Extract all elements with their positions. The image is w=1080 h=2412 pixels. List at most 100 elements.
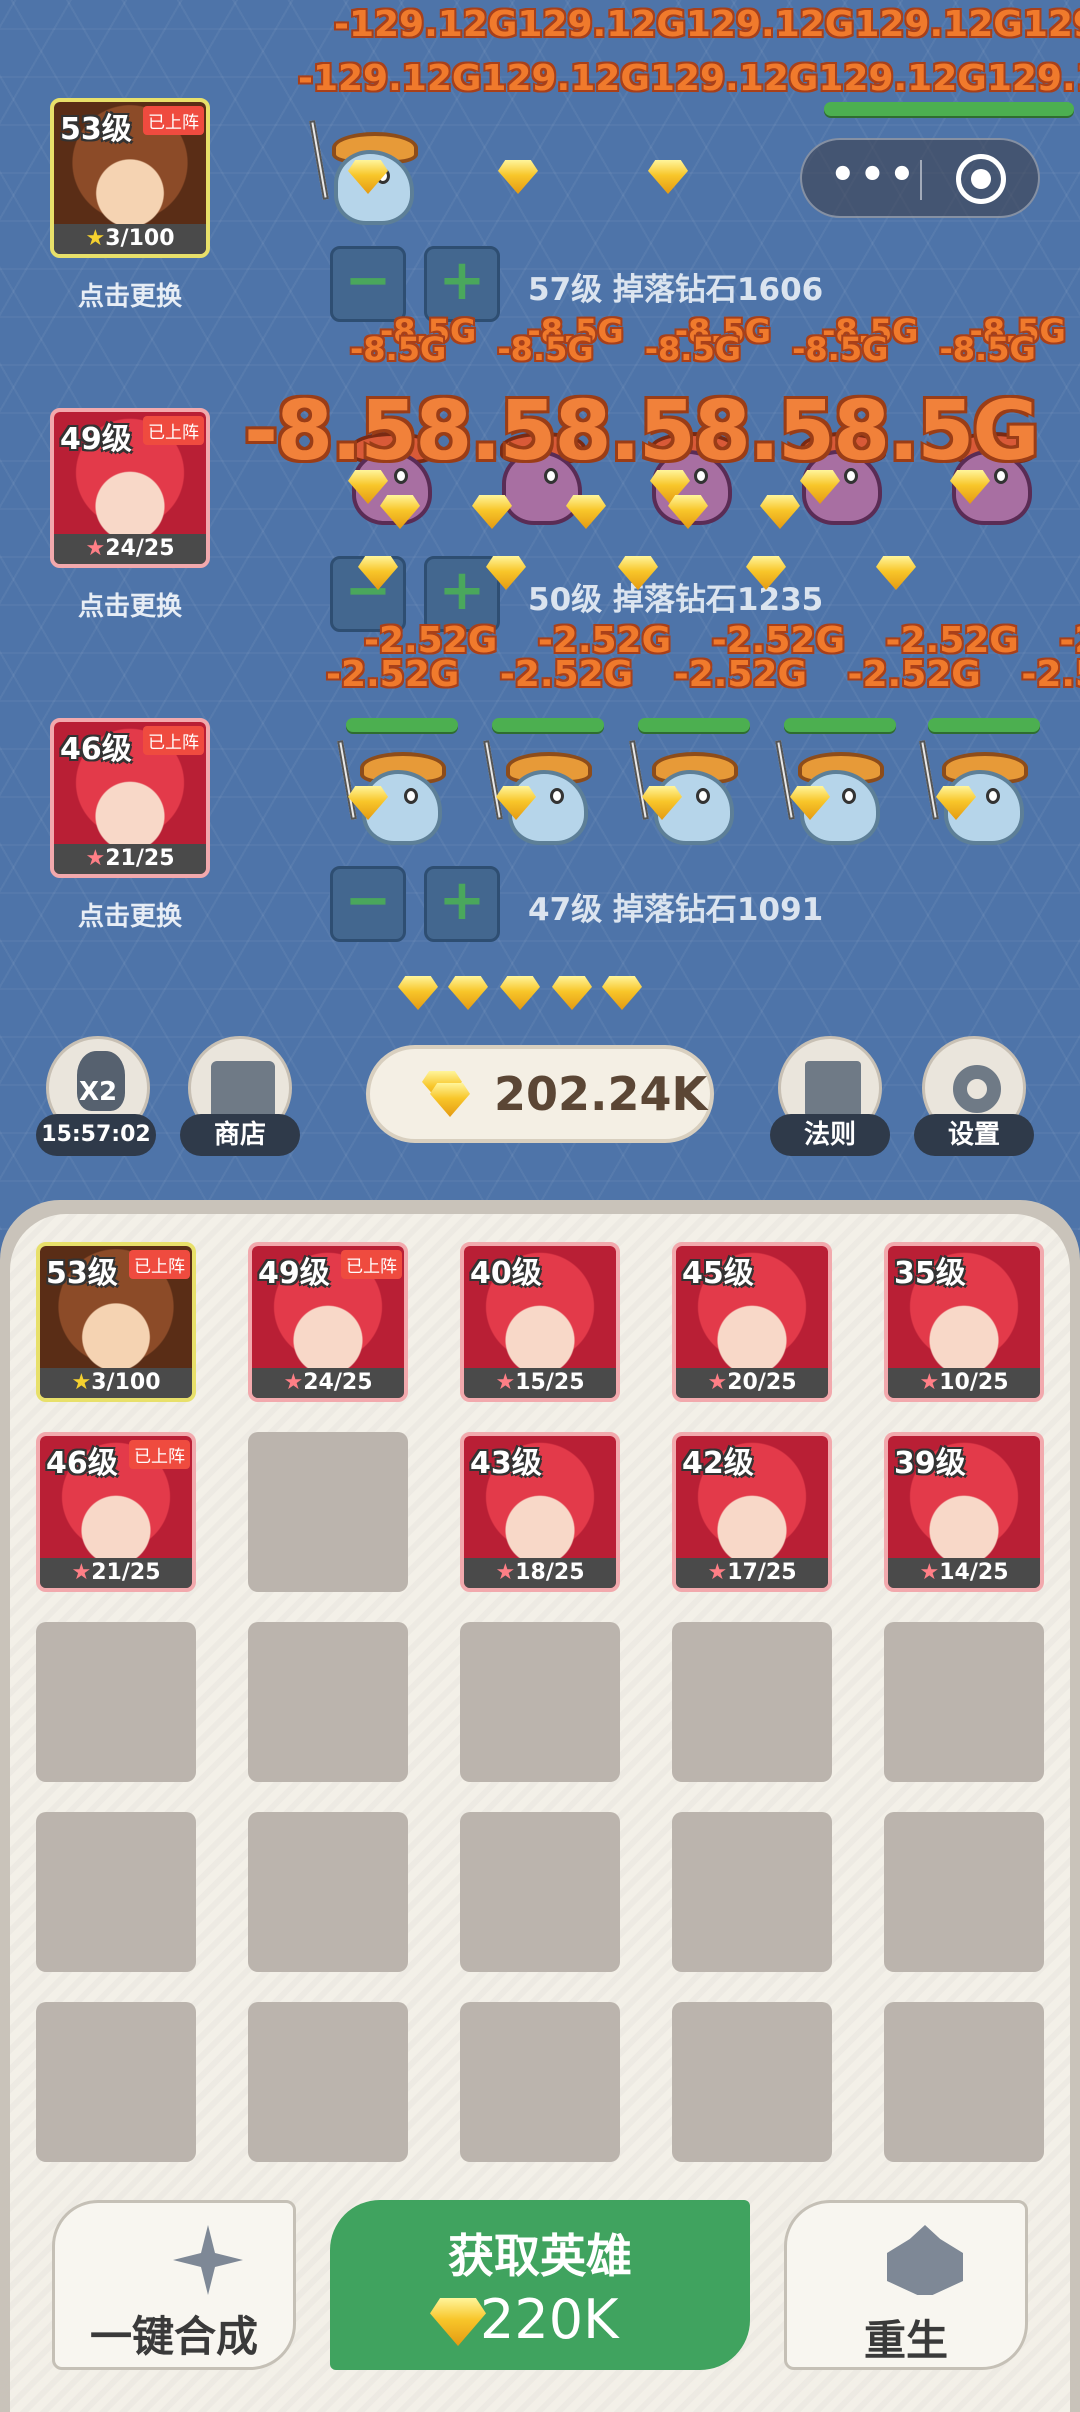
star-icon: ★: [85, 846, 106, 871]
roster-hero-card[interactable]: 46级 已上阵 ★21/25: [36, 1432, 196, 1592]
on-team-badge: 已上阵: [341, 1250, 402, 1279]
game-screen: { "battle": { "row1_damage_top": "-129.1…: [0, 0, 1080, 2412]
damage-number: -8.5G -8.5G -8.5G -8.5G -8.5G: [350, 330, 1036, 368]
sparkle-icon: [173, 2225, 243, 2295]
roster-hero-card[interactable]: 49级 已上阵 ★24/25: [248, 1242, 408, 1402]
hero-stars: ★17/25: [676, 1558, 828, 1588]
more-icon[interactable]: •••: [830, 152, 919, 198]
empty-roster-slot[interactable]: [672, 1812, 832, 1972]
empty-roster-slot[interactable]: [248, 1812, 408, 1972]
hero-stars: ★18/25: [464, 1558, 616, 1588]
empty-roster-slot[interactable]: [884, 1812, 1044, 1972]
enemy-hp-bar: [784, 718, 896, 732]
star-icon: ★: [71, 1560, 92, 1585]
damage-number: -129.12G129.12G129.12G129.12G129.12: [334, 4, 1080, 45]
enemy-hp-bar: [824, 102, 1074, 116]
diamond-drop-icon: [448, 976, 488, 1010]
roster-hero-card[interactable]: 42级 ★17/25: [672, 1432, 832, 1592]
hero-star-count: 15/25: [515, 1370, 585, 1395]
hero-star-count: 21/25: [105, 846, 175, 871]
on-team-badge: 已上阵: [129, 1440, 190, 1469]
empty-roster-slot[interactable]: [460, 1622, 620, 1782]
star-icon: ★: [85, 226, 106, 251]
lane-hero-card-1[interactable]: 53级 已上阵 ★3/100: [50, 98, 210, 258]
hero-level: 35级: [894, 1256, 966, 1291]
battle-field: -129.12G129.12G129.12G129.12G129.12 -129…: [0, 0, 1080, 1230]
book-icon: [805, 1061, 861, 1117]
hero-star-count: 24/25: [105, 536, 175, 561]
roster-hero-card[interactable]: 45级 ★20/25: [672, 1242, 832, 1402]
close-circle-icon[interactable]: [956, 154, 1006, 204]
shop-label[interactable]: 商店: [180, 1114, 300, 1156]
diamond-drop-icon: [498, 160, 538, 194]
diamond-icon: [430, 2298, 486, 2346]
hero-level: 45级: [682, 1256, 754, 1291]
level-minus-button[interactable]: −: [330, 246, 406, 322]
get-hero-label: 获取英雄: [448, 2229, 632, 2283]
hero-stars: ★24/25: [54, 534, 206, 564]
star-icon: ★: [283, 1370, 304, 1395]
enemy-hp-bar: [928, 718, 1040, 732]
level-plus-button[interactable]: +: [424, 246, 500, 322]
settings-label[interactable]: 设置: [914, 1114, 1034, 1156]
lane-hero-card-2[interactable]: 49级 已上阵 ★24/25: [50, 408, 210, 568]
hero-level: 42级: [682, 1446, 754, 1481]
hero-level: 39级: [894, 1446, 966, 1481]
empty-roster-slot[interactable]: [672, 1622, 832, 1782]
hero-star-count: 18/25: [515, 1560, 585, 1585]
hero-star-count: 20/25: [727, 1370, 797, 1395]
star-icon: ★: [707, 1370, 728, 1395]
diamond-drop-icon: [602, 976, 642, 1010]
empty-roster-slot[interactable]: [460, 2002, 620, 2162]
rebirth-button[interactable]: 重生: [784, 2200, 1028, 2370]
hero-stars: ★20/25: [676, 1368, 828, 1398]
empty-roster-slot[interactable]: [884, 1622, 1044, 1782]
gear-icon: [953, 1065, 1001, 1113]
empty-roster-slot[interactable]: [248, 1432, 408, 1592]
hero-star-count: 3/100: [91, 1370, 161, 1395]
change-hero-link[interactable]: 点击更换: [30, 586, 230, 623]
enemy-hp-bar: [638, 718, 750, 732]
empty-roster-slot[interactable]: [884, 2002, 1044, 2162]
diamond-drop-icon: [552, 976, 592, 1010]
hero-level: 40级: [470, 1256, 542, 1291]
enemy-hp-bar: [346, 718, 458, 732]
star-icon: ★: [495, 1560, 516, 1585]
empty-roster-slot[interactable]: [248, 1622, 408, 1782]
level-minus-button[interactable]: −: [330, 866, 406, 942]
level-plus-button[interactable]: +: [424, 866, 500, 942]
star-icon: ★: [495, 1370, 516, 1395]
change-hero-link[interactable]: 点击更换: [30, 276, 230, 313]
empty-roster-slot[interactable]: [248, 2002, 408, 2162]
diamond-drop-icon: [500, 976, 540, 1010]
empty-roster-slot[interactable]: [36, 2002, 196, 2162]
roster-hero-card[interactable]: 40级 ★15/25: [460, 1242, 620, 1402]
roster-hero-card[interactable]: 39级 ★14/25: [884, 1432, 1044, 1592]
empty-roster-slot[interactable]: [460, 1812, 620, 1972]
hero-stars: ★21/25: [40, 1558, 192, 1588]
damage-number: -129.12G129.12G129.12G129.12G129.12G: [298, 58, 1080, 99]
star-icon: ★: [85, 536, 106, 561]
roster-hero-card[interactable]: 35级 ★10/25: [884, 1242, 1044, 1402]
hero-star-count: 21/25: [91, 1560, 161, 1585]
empty-roster-slot[interactable]: [36, 1622, 196, 1782]
roster-hero-card[interactable]: 43级 ★18/25: [460, 1432, 620, 1592]
diamond-count: 202.24K: [494, 1067, 708, 1121]
hero-level: 49级: [258, 1256, 330, 1291]
lane-hero-card-3[interactable]: 46级 已上阵 ★21/25: [50, 718, 210, 878]
rules-label[interactable]: 法则: [770, 1114, 890, 1156]
empty-roster-slot[interactable]: [36, 1812, 196, 1972]
star-icon: ★: [71, 1370, 92, 1395]
enemy-hp-bar: [492, 718, 604, 732]
miniprogram-capsule[interactable]: •••: [800, 138, 1040, 218]
get-hero-button[interactable]: 获取英雄 220K: [330, 2200, 750, 2370]
diamond-stack-icon: [430, 1083, 470, 1117]
auto-merge-button[interactable]: 一键合成: [52, 2200, 296, 2370]
lane-info: 57级 掉落钻石1606: [528, 272, 824, 308]
change-hero-link[interactable]: 点击更换: [30, 896, 230, 933]
hero-level: 53级: [46, 1256, 118, 1291]
roster-hero-card[interactable]: 53级 已上阵 ★3/100: [36, 1242, 196, 1402]
empty-roster-slot[interactable]: [672, 2002, 832, 2162]
lane-info: 47级 掉落钻石1091: [528, 892, 824, 928]
on-team-badge: 已上阵: [143, 416, 204, 445]
